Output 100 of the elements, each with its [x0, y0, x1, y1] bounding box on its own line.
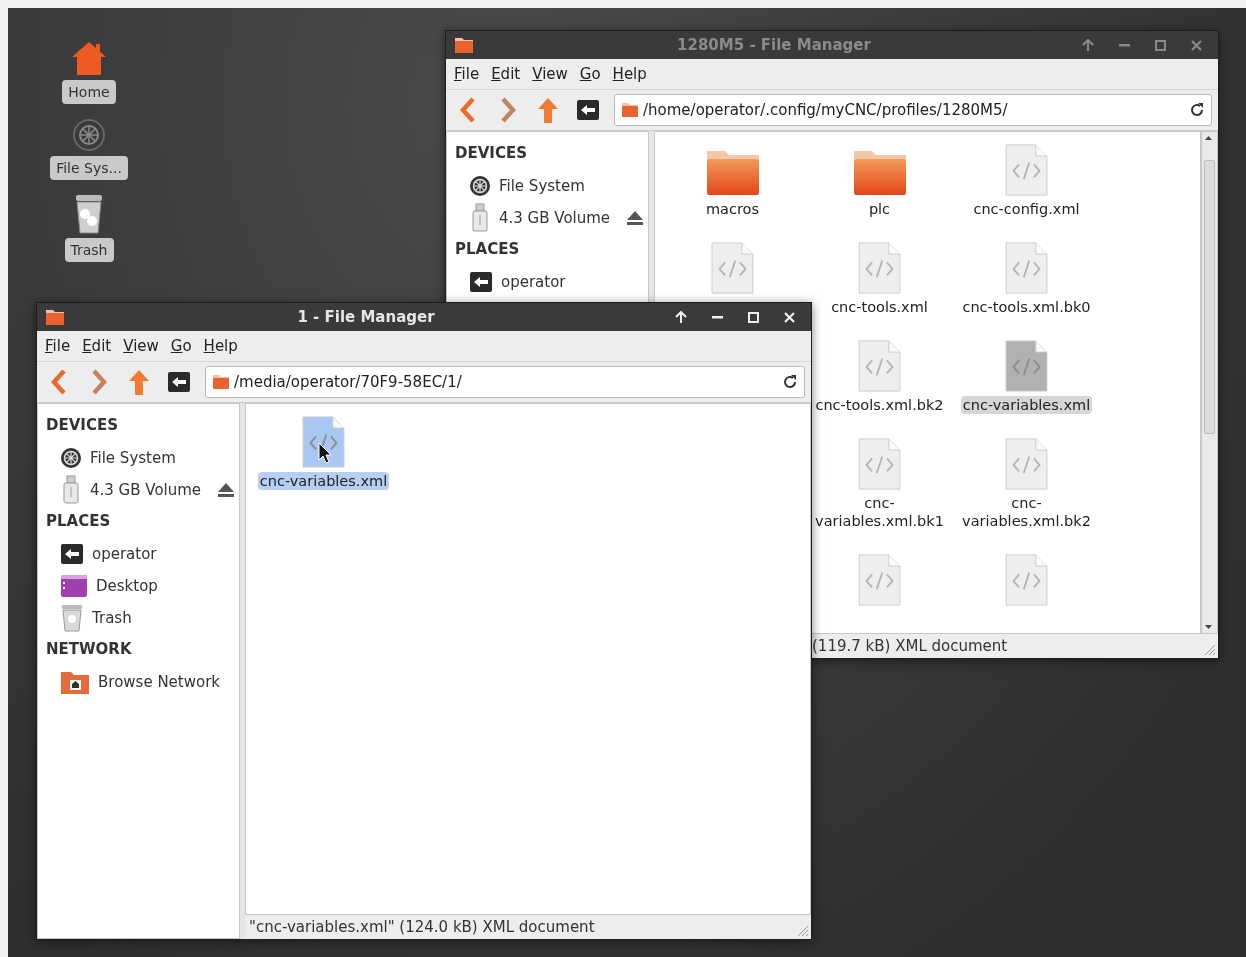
sidebar-item[interactable]: operator [455, 266, 648, 298]
eject-button[interactable] [626, 210, 644, 226]
status-text: (119.7 kB) XML document [812, 637, 1008, 655]
path-input[interactable]: /home/operator/.config/myCNC/profiles/1280M5/ [643, 101, 1185, 119]
entry-tile[interactable]: cnc- variables.xml.bk1 [813, 438, 946, 530]
drive-icon [469, 175, 491, 197]
entry-tile[interactable]: cnc-tools.xml [829, 242, 930, 316]
entry-name: cnc-variables.xml [257, 472, 390, 490]
xml-file-icon [858, 554, 901, 606]
pointer-icon [317, 442, 332, 464]
entry-name: cnc-tools.xml.bk0 [961, 298, 1092, 316]
eject-icon [626, 210, 644, 226]
sidebar-item[interactable]: 4.3 GB Volume [46, 474, 239, 506]
close-icon [783, 311, 795, 323]
sidebar-heading: DEVICES [455, 144, 528, 162]
menu-item[interactable]: Edit [491, 65, 521, 83]
home-folder-icon [469, 271, 493, 293]
entry-name: cnc-variables.xml [960, 396, 1093, 414]
drive-icon [60, 447, 82, 469]
sidebar-heading: NETWORK [46, 640, 133, 658]
maximize-icon [747, 311, 759, 323]
house-icon [70, 40, 108, 76]
chevron-left-icon [51, 369, 67, 395]
sidebar-item[interactable]: Desktop [46, 570, 239, 602]
trash-icon [73, 194, 105, 234]
entry-tile[interactable]: macros [703, 144, 762, 218]
menu-item[interactable]: File [45, 337, 71, 355]
menu-item[interactable]: Help [612, 65, 647, 83]
status-text: "cnc-variables.xml" (124.0 kB) XML document [249, 918, 595, 936]
sidebar-item[interactable]: operator [46, 538, 239, 570]
entry-tile[interactable] [1005, 554, 1048, 606]
xml-file-icon [858, 438, 901, 490]
xml-file-icon [711, 242, 754, 294]
path-input[interactable]: /media/operator/70F9-58EC/1/ [234, 373, 778, 391]
eject-button[interactable] [217, 482, 235, 498]
folder-icon [454, 36, 474, 54]
scrollbar[interactable] [1201, 131, 1218, 634]
xml-file-icon [302, 416, 345, 468]
menu-item[interactable]: Edit [82, 337, 112, 355]
xml-file-icon [858, 242, 901, 294]
entry-tile[interactable]: cnc- variables.xml.bk2 [960, 438, 1093, 530]
reload-icon[interactable] [1189, 102, 1205, 118]
resize-grip-icon[interactable] [795, 923, 809, 937]
close-icon [1190, 39, 1202, 51]
entry-tile[interactable]: plc [851, 144, 908, 218]
up-arrow-icon [127, 368, 151, 396]
address-bar[interactable]: /home/operator/.config/myCNC/profiles/1280M5/ [614, 94, 1212, 126]
entry-tile[interactable]: cnc-tools.xml.bk2 [813, 340, 946, 414]
entry-name: cnc- variables.xml.bk2 [961, 494, 1092, 530]
entry-tile[interactable]: cnc-variables.xml [257, 416, 390, 490]
home-folder-icon [60, 543, 84, 565]
entry-tile[interactable]: cnc-config.xml [971, 144, 1082, 218]
trash-icon [60, 604, 84, 632]
desktop-icon-label[interactable]: File Sys... [50, 156, 128, 180]
entry-tile[interactable] [858, 554, 901, 606]
drive-icon [72, 118, 106, 152]
minimize-icon [711, 315, 723, 319]
desktop-icon-label[interactable]: Home [62, 80, 116, 104]
up-arrow-icon [1082, 39, 1094, 51]
menu-item[interactable]: Go [170, 337, 192, 355]
sidebar-item[interactable]: File System [46, 442, 239, 474]
minimize-icon [1118, 43, 1130, 47]
xml-file-icon [1005, 340, 1048, 392]
reload-icon[interactable] [782, 374, 798, 390]
xml-file-icon [1005, 144, 1048, 196]
folder-icon [212, 374, 230, 390]
desktop-icon-label[interactable]: Trash [64, 238, 114, 262]
entry-name: cnc-config.xml [972, 200, 1081, 218]
folder-icon [45, 308, 65, 326]
entry-name: cnc-tools.xml.bk2 [814, 396, 945, 414]
menu-item[interactable]: Go [579, 65, 601, 83]
sidebar-heading: PLACES [455, 240, 521, 258]
window-title: 1 - File Manager [296, 308, 436, 326]
entry-name: macros [704, 200, 761, 218]
usb-drive-icon [469, 203, 491, 233]
up-arrow-icon [536, 96, 560, 124]
entry-tile[interactable]: cnc-tools.xml.bk0 [960, 242, 1093, 316]
home-folder-icon [576, 99, 600, 121]
menu-item[interactable]: Help [203, 337, 238, 355]
sidebar-item[interactable]: File System [455, 170, 648, 202]
address-bar[interactable]: /media/operator/70F9-58EC/1/ [205, 366, 805, 398]
sidebar-heading: PLACES [46, 512, 112, 530]
network-folder-icon [60, 669, 90, 695]
resize-grip-icon[interactable] [1202, 642, 1216, 656]
sidebar-item[interactable]: 4.3 GB Volume [455, 202, 648, 234]
entry-name: cnc-tools.xml [830, 298, 929, 316]
entry-tile[interactable] [711, 242, 754, 294]
sidebar-item[interactable]: Trash [46, 602, 239, 634]
up-arrow-icon [675, 311, 687, 323]
menu-item[interactable]: File [454, 65, 480, 83]
eject-icon [217, 482, 235, 498]
sidebar-item[interactable]: Browse Network [46, 666, 239, 698]
xml-file-icon [1005, 438, 1048, 490]
menu-item[interactable]: View [123, 337, 159, 355]
entry-tile[interactable]: cnc-variables.xml [960, 340, 1093, 414]
desktop-icon [60, 574, 88, 598]
sidebar-heading: DEVICES [46, 416, 119, 434]
menu-item[interactable]: View [532, 65, 568, 83]
window-title: 1280M5 - File Manager [676, 36, 872, 54]
folder-icon [621, 102, 639, 118]
